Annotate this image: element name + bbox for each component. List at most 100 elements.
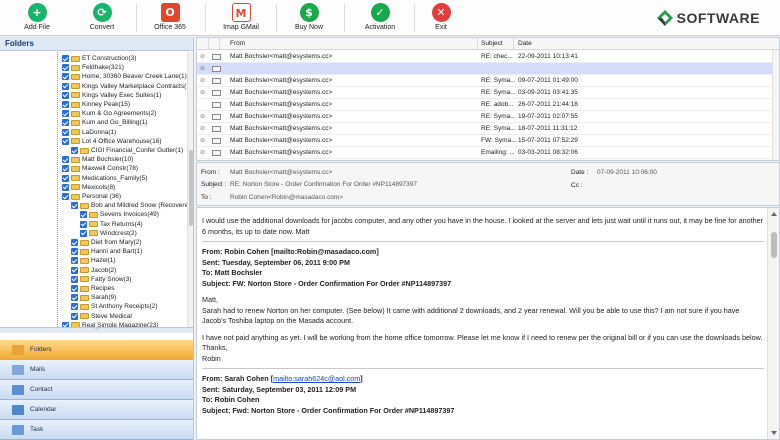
folder-item[interactable]: Diet from Mary(2) bbox=[71, 238, 142, 247]
message-row[interactable]: ⊘ Matt Bochsler<matt@esystems.cc> RE: chec… bbox=[197, 51, 779, 63]
message-row[interactable]: ⊘ Matt Bochsler<matt@esystems.cc> RE: Syma… bbox=[197, 123, 779, 135]
checkbox-icon[interactable] bbox=[62, 55, 69, 63]
cc-label: Cc : bbox=[571, 182, 583, 189]
message-body-scrollbar[interactable] bbox=[767, 208, 779, 439]
pane-splitter[interactable]: ⋯ bbox=[0, 327, 193, 333]
checkbox-icon[interactable] bbox=[71, 266, 78, 274]
add-file-button[interactable]: + Add File bbox=[2, 3, 72, 35]
folder-item[interactable]: Lot 4 Office Warehouse(16) bbox=[62, 137, 162, 146]
folder-item[interactable]: Hanni and Bart(1) bbox=[71, 247, 142, 256]
activation-button[interactable]: ✓ Activation bbox=[345, 3, 415, 35]
from-label: From : bbox=[201, 169, 220, 176]
quote1-paragraph: Sarah had to renew Norton on her compute… bbox=[202, 305, 740, 326]
checkbox-icon[interactable] bbox=[80, 229, 87, 237]
folder-item[interactable]: Personal (36) bbox=[62, 192, 121, 201]
checkbox-icon[interactable] bbox=[62, 156, 69, 164]
folder-item[interactable]: Maxwell Constr(78) bbox=[62, 164, 138, 173]
folder-icon bbox=[80, 257, 89, 264]
nav-calendar[interactable]: Calendar bbox=[0, 400, 193, 420]
checkbox-icon[interactable] bbox=[62, 119, 69, 127]
convert-button[interactable]: ⟳ Convert bbox=[67, 3, 137, 35]
folder-item[interactable]: Windcrest(2) bbox=[80, 229, 137, 238]
folder-item[interactable]: Bob and Mildred Snow (Recovere bbox=[71, 201, 187, 210]
folder-item[interactable]: Kum & Go Agreements(2) bbox=[62, 109, 156, 118]
email-link[interactable]: mailto:sarah624c@aol.com bbox=[273, 374, 360, 383]
folder-item[interactable]: Feldhake(321) bbox=[62, 63, 124, 72]
message-row[interactable]: ⊘ Matt Bochsler<matt@esystems.cc> RE: Syma… bbox=[197, 111, 779, 123]
checkbox-icon[interactable] bbox=[62, 82, 69, 90]
nav-contact[interactable]: Contact bbox=[0, 380, 193, 400]
checkbox-icon[interactable] bbox=[62, 73, 69, 81]
checkbox-icon[interactable] bbox=[80, 211, 87, 219]
checkbox-icon[interactable] bbox=[71, 275, 78, 283]
folder-item[interactable]: Mexicols(8) bbox=[62, 183, 115, 192]
toolbar: + Add File ⟳ Convert O Office 365 M Imap… bbox=[0, 0, 780, 36]
folder-item[interactable]: Medications_Family(5) bbox=[62, 174, 147, 183]
folder-item[interactable]: Sevens Invoices(49) bbox=[80, 210, 159, 219]
folder-item[interactable]: Tax Returns(4) bbox=[80, 220, 143, 229]
checkbox-icon[interactable] bbox=[62, 193, 69, 201]
folder-item[interactable]: Kings Valley Marketplace Contracts(1 bbox=[62, 82, 187, 91]
exit-button[interactable]: ✕ Exit bbox=[406, 3, 476, 35]
column-date[interactable]: Date bbox=[518, 40, 532, 47]
folder-item[interactable]: Jacob(2) bbox=[71, 266, 116, 275]
folder-item[interactable]: Fatty Snow(3) bbox=[71, 275, 131, 284]
column-subject[interactable]: Subject bbox=[481, 40, 503, 47]
message-row[interactable]: ⊘ Matt Bochsler<matt@esystems.cc> Emailing… bbox=[197, 147, 779, 159]
folder-item[interactable]: Matt Bochsler(10) bbox=[62, 155, 133, 164]
message-row[interactable]: ⊘ Matt Bochsler<matt@esystems.cc> FW: Syma… bbox=[197, 135, 779, 147]
nav-task[interactable]: Task bbox=[0, 420, 193, 440]
checkbox-icon[interactable] bbox=[62, 174, 69, 182]
checkbox-icon[interactable] bbox=[62, 101, 69, 109]
folder-item[interactable]: CIGI Financial_Confer Gutter(1) bbox=[71, 146, 183, 155]
folder-item[interactable]: St Anthony Receipts(2) bbox=[71, 302, 157, 311]
checkbox-icon[interactable] bbox=[62, 110, 69, 118]
message-list-scrollbar[interactable] bbox=[772, 50, 779, 160]
folder-item[interactable]: Kinney Peak(15) bbox=[62, 100, 130, 109]
checkbox-icon[interactable] bbox=[71, 248, 78, 256]
scroll-up-icon[interactable] bbox=[771, 212, 777, 216]
message-row[interactable]: Matt Bochsler<matt@esystems.cc> RE: adob.… bbox=[197, 99, 779, 111]
scrollbar-thumb[interactable] bbox=[189, 150, 193, 226]
checkbox-icon[interactable] bbox=[71, 202, 78, 210]
office365-button[interactable]: O Office 365 bbox=[135, 3, 205, 35]
nav-folders[interactable]: Folders bbox=[0, 340, 193, 360]
checkbox-icon[interactable] bbox=[71, 312, 78, 320]
buy-now-button[interactable]: $ Buy Now bbox=[274, 3, 344, 35]
folder-item[interactable]: Hazel(1) bbox=[71, 256, 116, 265]
checkbox-icon[interactable] bbox=[62, 64, 69, 72]
folder-tree-scrollbar[interactable] bbox=[187, 52, 193, 327]
nav-mails[interactable]: Mails bbox=[0, 360, 193, 380]
checkbox-icon[interactable] bbox=[62, 91, 69, 99]
checkbox-icon[interactable] bbox=[71, 147, 78, 155]
imap-gmail-button[interactable]: M Imap GMail bbox=[206, 3, 276, 35]
message-row[interactable]: ⊘ bbox=[197, 63, 779, 75]
checkbox-icon[interactable] bbox=[71, 257, 78, 265]
scroll-down-icon[interactable] bbox=[771, 431, 777, 435]
folder-item[interactable]: Sarah(9) bbox=[71, 293, 116, 302]
checkbox-icon[interactable] bbox=[62, 183, 69, 191]
checkbox-icon[interactable] bbox=[71, 294, 78, 302]
message-from: Matt Bochsler<matt@esystems.cc> bbox=[230, 101, 333, 108]
folder-item[interactable]: Steve Medical bbox=[71, 312, 132, 321]
message-row[interactable]: ⊘ Matt Bochsler<matt@esystems.cc> RE: Syma… bbox=[197, 75, 779, 87]
checkbox-icon[interactable] bbox=[62, 137, 69, 145]
folder-item[interactable]: Home, 30360 Beaver Creek Lane(1) bbox=[62, 72, 187, 81]
folder-item[interactable]: Kings Valley Exec Suites(1) bbox=[62, 91, 161, 100]
scrollbar-thumb[interactable] bbox=[771, 232, 777, 258]
checkbox-icon[interactable] bbox=[71, 239, 78, 247]
to-value: Robin Cohen<Robin@masadaco.com> bbox=[230, 194, 344, 201]
folder-icon bbox=[89, 221, 98, 228]
folder-icon bbox=[71, 101, 80, 108]
checkbox-icon[interactable] bbox=[62, 165, 69, 173]
checkbox-icon[interactable] bbox=[71, 285, 78, 293]
column-from[interactable]: From bbox=[230, 40, 245, 47]
folder-item[interactable]: LaDonna(1) bbox=[62, 128, 116, 137]
message-row[interactable]: ⊘ Matt Bochsler<matt@esystems.cc> RE: Syma… bbox=[197, 87, 779, 99]
folder-item[interactable]: Kum and Go_Billing(1) bbox=[62, 118, 147, 127]
checkbox-icon[interactable] bbox=[80, 220, 87, 228]
checkbox-icon[interactable] bbox=[62, 128, 69, 136]
folder-item[interactable]: ET Construction(3) bbox=[62, 54, 136, 63]
checkbox-icon[interactable] bbox=[71, 303, 78, 311]
folder-item[interactable]: Recipes bbox=[71, 284, 114, 293]
